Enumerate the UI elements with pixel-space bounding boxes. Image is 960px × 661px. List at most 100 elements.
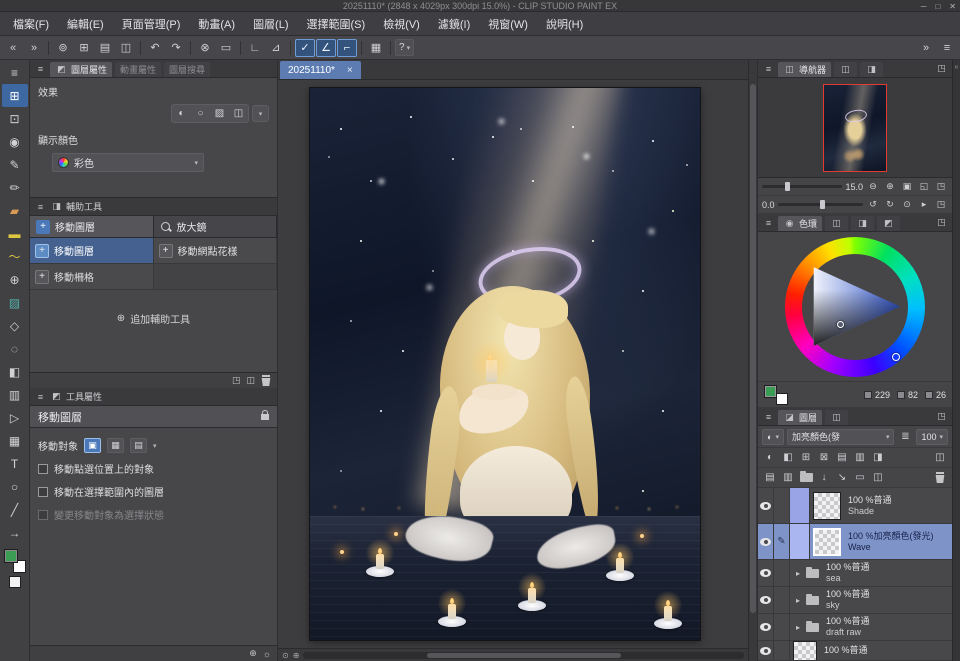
fit-screen-icon[interactable]: ▣ <box>900 180 914 194</box>
duplicate-subtool-icon[interactable]: ◫ <box>246 375 255 386</box>
rotate-ccw-icon[interactable]: ↺ <box>866 198 880 212</box>
layer-filter-icon[interactable]: ◫ <box>932 450 948 465</box>
display-color-select[interactable]: 彩色 ▾ <box>52 153 204 172</box>
tab-layer-property[interactable]: ◩ 圖層屬性 <box>50 62 113 77</box>
layer-color-label[interactable] <box>790 488 810 523</box>
vertical-scrollbar[interactable] <box>748 60 757 661</box>
main-color-swatch[interactable] <box>764 384 777 398</box>
layer-row-shade[interactable]: 100 %普通 Shade <box>758 488 952 524</box>
menu-layer[interactable]: 圖層(L) <box>244 12 297 35</box>
palette-menu-icon[interactable]: ≡ <box>34 200 47 213</box>
scrollbar-thumb[interactable] <box>750 84 756 613</box>
tab-layer-alt[interactable]: ◫ <box>825 410 849 425</box>
tone-effect-icon[interactable]: ▨ <box>210 105 229 122</box>
airbrush-tool-icon[interactable]: ⊕ <box>2 268 28 291</box>
canvas-artwork[interactable] <box>310 88 700 640</box>
subtool-group-zoom[interactable]: 放大鏡 <box>153 216 277 237</box>
brush-tool-icon[interactable]: ▰ <box>2 199 28 222</box>
maximize-button[interactable]: □ <box>935 2 940 11</box>
enable-mask-icon[interactable]: ▥ <box>852 450 868 465</box>
pen-tool-icon[interactable]: ✎ <box>2 153 28 176</box>
target-tone-icon[interactable]: ▦ <box>107 438 124 453</box>
delete-subtool-icon[interactable] <box>261 375 271 386</box>
blend-tool-icon[interactable]: ◌ <box>2 337 28 360</box>
reference-layer-icon[interactable]: ⊠ <box>816 450 832 465</box>
menu-file[interactable]: 檔案(F) <box>4 12 58 35</box>
menu-page-manage[interactable]: 頁面管理(P) <box>113 12 190 35</box>
edit-target-cell[interactable] <box>774 641 790 660</box>
visibility-toggle[interactable] <box>758 614 774 640</box>
rotation-slider[interactable] <box>777 200 863 209</box>
main-color-swatch[interactable] <box>3 549 18 563</box>
expand-icon[interactable]: ◳ <box>934 198 948 212</box>
apply-mask-icon[interactable]: ◫ <box>870 470 886 485</box>
layer-thumbnail[interactable] <box>813 491 841 520</box>
operate-tool-icon[interactable]: ⊡ <box>2 107 28 130</box>
tab-color-set[interactable]: ◨ <box>851 216 875 231</box>
sub-color-swatch[interactable] <box>776 392 788 405</box>
draft-layer-icon[interactable]: ▤ <box>834 450 850 465</box>
dock-expand-right-icon[interactable]: » <box>916 39 936 57</box>
navigator-view-frame[interactable] <box>823 83 887 172</box>
lock-layer-icon[interactable]: ◧ <box>780 450 796 465</box>
snap-ruler-icon[interactable]: ∟ <box>245 39 265 57</box>
add-setting-icon[interactable]: ⊕ <box>249 648 257 659</box>
marker-tool-icon[interactable]: ▬ <box>2 222 28 245</box>
sv-cursor[interactable] <box>837 320 844 328</box>
subtool-item-move-layer[interactable]: + 移動圖層 <box>30 238 154 264</box>
tab-navigator-alt-2[interactable]: ◨ <box>860 62 884 77</box>
transparent-color-swatch[interactable] <box>8 576 21 588</box>
gradient-tool-icon[interactable]: ▥ <box>2 383 28 406</box>
object-select-icon[interactable]: ⊞ <box>74 39 94 57</box>
undo-icon[interactable]: ↶ <box>145 39 165 57</box>
dock-collapse-left-icon[interactable]: « <box>3 39 23 57</box>
tab-animation-property[interactable]: 動畫屬性 <box>115 62 162 77</box>
minimize-button[interactable]: ─ <box>921 2 927 11</box>
folder-expander-icon[interactable]: ▸ <box>793 614 803 640</box>
delete-layer-icon[interactable] <box>932 470 948 485</box>
canvas-rotate-reset-icon[interactable]: ⊙ <box>282 651 289 660</box>
pencil-tool-icon[interactable]: ✏ <box>2 176 28 199</box>
rotate-cw-icon[interactable]: ↻ <box>883 198 897 212</box>
menu-filter[interactable]: 濾鏡(I) <box>429 12 479 35</box>
navigator-preview[interactable] <box>758 78 952 178</box>
canvas-zoom-reset-icon[interactable]: ⊕ <box>293 651 300 660</box>
show-ruler-icon[interactable]: ◨ <box>870 450 886 465</box>
menu-view[interactable]: 檢視(V) <box>374 12 429 35</box>
scrollbar-thumb[interactable] <box>426 652 621 658</box>
layer-thumbnail[interactable] <box>793 641 817 660</box>
hue-ring[interactable] <box>785 236 925 377</box>
save-subtool-icon[interactable]: ◳ <box>232 375 241 386</box>
curve-tool-icon[interactable]: ～ <box>2 245 28 268</box>
expand-icon[interactable]: ◳ <box>934 180 948 194</box>
eraser-tool-icon[interactable]: ◇ <box>2 314 28 337</box>
caret-down-icon[interactable]: ▾ <box>153 442 157 450</box>
panel-expand-icon[interactable]: ◳ <box>935 410 948 423</box>
tab-navigator-alt-1[interactable]: ◫ <box>834 62 858 77</box>
eyedropper-tool-icon[interactable]: ◉ <box>2 130 28 153</box>
dock-collapse-icon[interactable]: « <box>955 64 959 71</box>
layer-color-label[interactable] <box>790 524 810 559</box>
layer-row-wave-selected[interactable]: ✎ 100 %加亮顏色(發光) Wave <box>758 524 952 560</box>
lock-icon[interactable] <box>261 409 269 420</box>
visibility-toggle[interactable] <box>758 488 774 523</box>
flow-tool-icon[interactable]: → <box>2 521 28 544</box>
deselect-icon[interactable]: ⊗ <box>195 39 215 57</box>
figure-tool-icon[interactable]: ▷ <box>2 406 28 429</box>
menu-edit[interactable]: 編輯(E) <box>58 12 113 35</box>
checkbox[interactable] <box>38 486 48 497</box>
blend-mode-dropdown[interactable]: 加亮顏色(發 ▾ <box>786 428 895 445</box>
palette-menu-icon[interactable]: ≡ <box>762 216 775 229</box>
new-raster-layer-icon[interactable]: ▤ <box>762 470 778 485</box>
line-correct-tool-icon[interactable]: ╱ <box>2 498 28 521</box>
toolbar-menu-icon[interactable]: ≡ <box>937 39 957 57</box>
palette-menu-icon[interactable]: ≡ <box>34 62 47 75</box>
edit-target-cell[interactable] <box>774 614 790 640</box>
merge-down-icon[interactable]: ↘ <box>834 470 850 485</box>
create-mask-icon[interactable]: ▭ <box>852 470 868 485</box>
balloon-tool-icon[interactable]: ○ <box>2 475 28 498</box>
frame-tool-icon[interactable]: ▦ <box>2 429 28 452</box>
subtool-item-move-tone[interactable]: + 移動網點花樣 <box>153 238 277 264</box>
palette-color-dropdown[interactable]: ◐ ▾ <box>762 428 784 445</box>
actual-size-icon[interactable]: ◱ <box>917 180 931 194</box>
